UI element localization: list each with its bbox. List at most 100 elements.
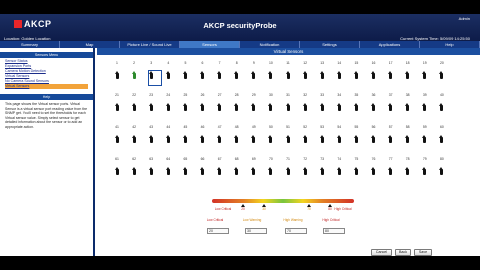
virtual-sensor-icon[interactable] [165,135,170,143]
tab-help[interactable]: Help [420,41,480,48]
virtual-sensor-icon[interactable] [405,71,410,79]
virtual-sensor-icon[interactable] [302,135,307,143]
high-critical-input[interactable]: 80 [323,228,345,234]
virtual-sensor-icon[interactable] [234,135,239,143]
virtual-sensor-icon[interactable] [165,167,170,175]
virtual-sensor-icon[interactable] [405,167,410,175]
virtual-sensor-icon[interactable] [217,167,222,175]
virtual-sensor-icon[interactable] [371,135,375,143]
virtual-sensor-icon[interactable] [200,167,204,175]
virtual-sensor-icon[interactable] [302,71,307,79]
virtual-sensor-icon[interactable] [319,135,324,143]
virtual-sensor-icon[interactable] [371,103,375,111]
virtual-sensor-icon[interactable] [131,71,136,79]
virtual-sensor-icon[interactable] [182,103,187,111]
virtual-sensor-icon[interactable] [131,135,136,143]
virtual-sensor-icon[interactable] [131,167,136,175]
virtual-sensor-icon[interactable] [422,71,427,79]
virtual-sensor-icon[interactable] [439,103,444,111]
tab-map[interactable]: Map [60,41,120,48]
tab-applications[interactable]: Applications [360,41,420,48]
virtual-sensor-icon[interactable] [182,167,187,175]
virtual-sensor-icon[interactable] [148,167,153,175]
virtual-sensor-icon[interactable] [234,71,239,79]
virtual-sensor-icon[interactable] [285,71,290,79]
virtual-sensor-icon[interactable] [200,135,204,143]
virtual-sensor-icon[interactable] [268,135,273,143]
virtual-sensor-icon[interactable] [319,103,324,111]
virtual-sensor-icon[interactable] [114,135,119,143]
virtual-sensor-icon[interactable] [285,135,290,143]
tab-settings[interactable]: Settings [300,41,360,48]
virtual-sensor-icon[interactable] [200,103,204,111]
virtual-sensor-icon[interactable] [217,71,222,79]
tab-notification[interactable]: Notification [240,41,300,48]
virtual-sensor-icon[interactable] [285,103,290,111]
virtual-sensor-icon[interactable] [439,135,444,143]
virtual-sensor-icon[interactable] [131,103,136,111]
video-frame: AKCP AKCP securityProbe Admin Location: … [0,0,480,270]
virtual-sensor-icon[interactable] [302,103,307,111]
virtual-sensor-icon[interactable] [422,167,427,175]
virtual-sensor-icon[interactable] [234,167,239,175]
virtual-sensor-icon[interactable] [371,71,375,79]
virtual-sensor-icon[interactable] [285,167,290,175]
virtual-sensor-icon[interactable] [217,103,222,111]
virtual-sensor-icon[interactable] [336,103,341,111]
low-warning-input[interactable]: 30 [245,228,267,234]
sensor-number: 36 [371,93,376,97]
virtual-sensor-icon[interactable] [217,135,222,143]
virtual-sensor-icon[interactable] [234,103,239,111]
virtual-sensor-icon[interactable] [114,71,119,79]
virtual-sensor-icon[interactable] [148,135,153,143]
virtual-sensor-icon[interactable] [302,167,307,175]
cancel-button[interactable]: Cancel [371,249,392,256]
virtual-sensor-icon[interactable] [251,103,256,111]
virtual-sensor-icon[interactable] [268,167,273,175]
tab-picture-live[interactable]: Picture Live / Sound Live [120,41,180,48]
sidebar-item-virtual-sensors-active[interactable]: Virtual Sensors [5,84,88,89]
virtual-sensor-icon[interactable] [422,135,427,143]
virtual-sensor-icon[interactable] [268,103,273,111]
virtual-sensor-icon[interactable] [182,135,187,143]
virtual-sensor-icon[interactable] [319,167,324,175]
virtual-sensor-icon[interactable] [336,135,341,143]
virtual-sensor-icon[interactable] [371,167,375,175]
virtual-sensor-icon[interactable] [165,71,170,79]
virtual-sensor-icon[interactable] [353,135,358,143]
virtual-sensor-icon[interactable] [405,135,410,143]
virtual-sensor-icon[interactable] [114,167,119,175]
virtual-sensor-icon[interactable] [388,71,393,79]
virtual-sensor-icon[interactable] [336,71,341,79]
virtual-sensor-icon[interactable] [336,167,341,175]
virtual-sensor-icon[interactable] [251,135,256,143]
virtual-sensor-icon[interactable] [200,71,204,79]
virtual-sensor-icon[interactable] [319,71,324,79]
virtual-sensor-icon[interactable] [182,71,187,79]
virtual-sensor-icon[interactable] [439,167,444,175]
sensor-number: 53 [320,125,325,129]
virtual-sensor-icon[interactable] [268,71,273,79]
virtual-sensor-icon[interactable] [251,167,256,175]
save-button[interactable]: Save [414,249,432,256]
virtual-sensor-icon[interactable] [114,103,119,111]
virtual-sensor-icon[interactable] [353,71,358,79]
virtual-sensor-icon[interactable] [405,103,410,111]
virtual-sensor-icon[interactable] [148,103,153,111]
virtual-sensor-icon[interactable] [353,167,358,175]
back-button[interactable]: Back [395,249,411,256]
virtual-sensor-icon[interactable] [422,103,427,111]
high-warning-input[interactable]: 70 [285,228,307,234]
virtual-sensor-icon[interactable] [148,71,153,79]
admin-link[interactable]: Admin [459,16,470,21]
virtual-sensor-icon[interactable] [251,71,256,79]
virtual-sensor-icon[interactable] [439,71,444,79]
tab-sensors[interactable]: Sensors [180,41,240,48]
virtual-sensor-icon[interactable] [165,103,170,111]
tab-summary[interactable]: Summary [0,41,60,48]
low-critical-input[interactable]: 20 [207,228,229,234]
virtual-sensor-icon[interactable] [388,167,393,175]
virtual-sensor-icon[interactable] [388,135,393,143]
virtual-sensor-icon[interactable] [388,103,393,111]
virtual-sensor-icon[interactable] [353,103,358,111]
